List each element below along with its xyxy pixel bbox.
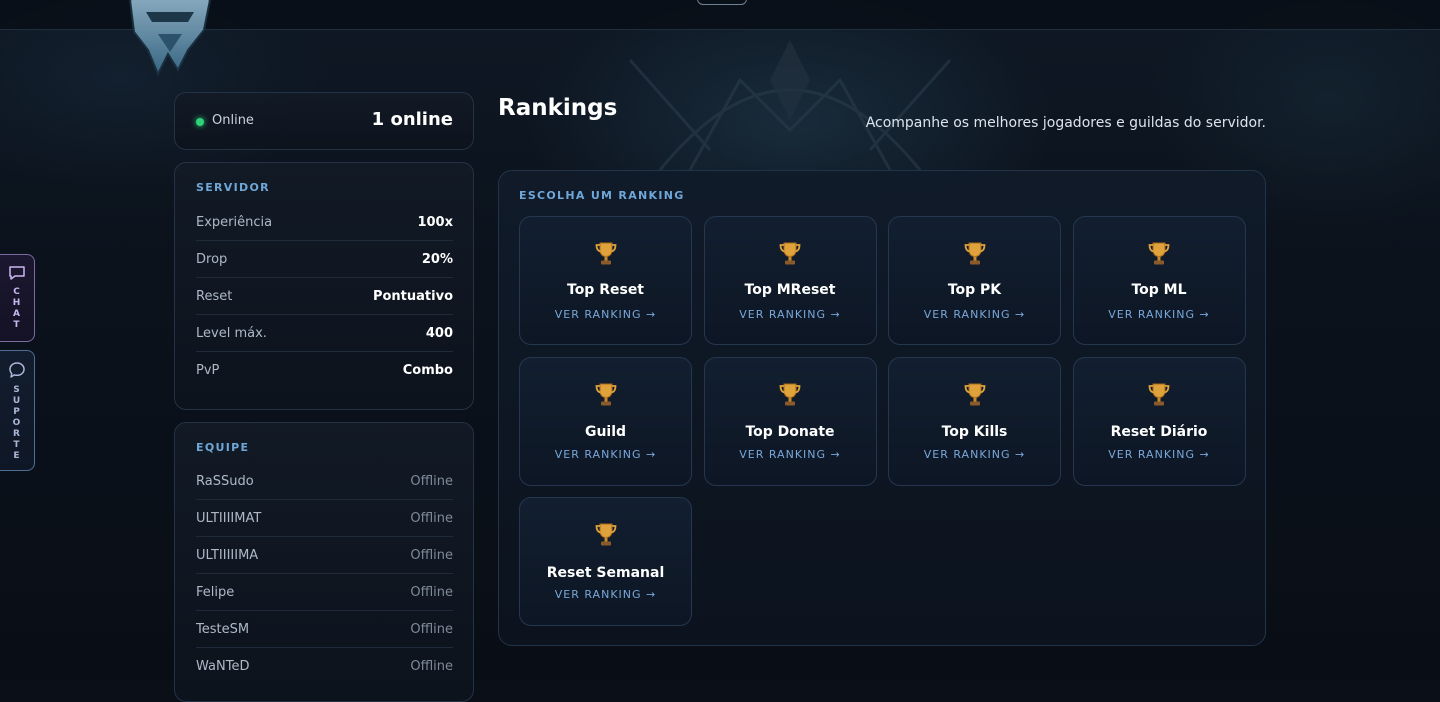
team-member-row: WaNTeD Offline (196, 648, 453, 685)
ranking-name: Reset Semanal (546, 565, 665, 581)
ranking-name: Top PK (947, 282, 1002, 298)
online-label: Online (212, 113, 254, 128)
member-status: Offline (410, 510, 453, 526)
trophy-icon (520, 522, 691, 550)
ranking-card-reset-diario[interactable]: Reset Diário VER RANKING → (1072, 356, 1246, 486)
team-member-list: RaSSudo Offline ULTIIIIMAT Offline ULTII… (196, 463, 453, 685)
online-status-dot (196, 118, 204, 126)
ranking-card-top-ml[interactable]: Top ML VER RANKING → (1072, 216, 1246, 345)
member-status: Offline (410, 547, 453, 563)
ranking-card-top-donate[interactable]: Top Donate VER RANKING → (703, 356, 877, 486)
support-side-tab[interactable]: SUPORTE (0, 350, 35, 471)
ranking-name: Top Kills (941, 423, 1008, 440)
view-ranking-link[interactable]: VER RANKING → (520, 588, 691, 601)
trophy-icon (889, 241, 1060, 269)
row-key: PvP (196, 363, 220, 378)
server-row-reset: Reset Pontuativo (196, 278, 453, 315)
member-name: TesteSM (196, 621, 250, 637)
trophy-icon (705, 241, 876, 269)
member-name: ULTIIIIMAT (196, 510, 262, 526)
row-key: Level máx. (196, 325, 267, 341)
view-ranking-link[interactable]: VER RANKING → (705, 448, 876, 461)
view-ranking-link[interactable]: VER RANKING → (889, 308, 1060, 321)
member-name: ULTIIIIIMA (196, 547, 259, 563)
member-status: Offline (410, 584, 453, 600)
view-ranking-link[interactable]: VER RANKING → (1074, 448, 1245, 461)
row-key: Experiência (196, 214, 273, 230)
online-count: 1 online (371, 109, 453, 130)
member-name: WaNTeD (196, 659, 250, 674)
team-member-row: TesteSM Offline (196, 611, 453, 648)
chat-bubble-icon (9, 266, 25, 280)
ranking-card-top-kills[interactable]: Top Kills VER RANKING → (888, 356, 1061, 486)
trophy-icon (520, 241, 691, 269)
row-value: 20% (421, 251, 453, 267)
ranking-name: Top Donate (745, 423, 835, 440)
trophy-icon (1074, 241, 1245, 269)
member-status: Offline (410, 621, 453, 637)
trophy-icon (1074, 382, 1245, 410)
team-card-title: EQUIPE (196, 441, 250, 454)
server-logo[interactable] (118, 0, 222, 76)
ranking-name: Top Reset (567, 282, 644, 298)
row-value: 100x (417, 214, 453, 230)
page-title: Rankings (498, 95, 618, 121)
team-member-row: ULTIIIIMAT Offline (196, 500, 453, 537)
member-status: Offline (410, 659, 453, 674)
view-ranking-link[interactable]: VER RANKING → (705, 308, 876, 321)
topbar-button[interactable] (697, 0, 747, 5)
trophy-icon (520, 382, 691, 410)
team-card: EQUIPE RaSSudo Offline ULTIIIIMAT Offlin… (174, 422, 474, 702)
ranking-card-top-reset[interactable]: Top Reset VER RANKING → (519, 216, 692, 345)
ranking-name: Reset Diário (1110, 423, 1208, 440)
team-member-row: Felipe Offline (196, 574, 453, 611)
support-bubble-icon (9, 362, 25, 378)
rankings-panel: ESCOLHA UM RANKING Top Reset VER RANKING … (498, 170, 1266, 646)
team-member-row: ULTIIIIIMA Offline (196, 537, 453, 574)
member-status: Offline (410, 473, 453, 489)
ranking-name: Top MReset (744, 282, 836, 298)
ranking-card-top-mreset[interactable]: Top MReset VER RANKING → (703, 216, 877, 345)
server-info-card: SERVIDOR Experiência 100x Drop 20% Reset… (174, 162, 474, 410)
member-name: RaSSudo (196, 473, 254, 489)
server-row-experience: Experiência 100x (196, 204, 453, 241)
chat-tab-label: CHAT (12, 287, 22, 330)
ranking-card-top-pk[interactable]: Top PK VER RANKING → (888, 216, 1061, 345)
ranking-card-reset-semanal[interactable]: Reset Semanal VER RANKING → (519, 497, 692, 626)
row-value: Pontuativo (372, 288, 453, 304)
view-ranking-link[interactable]: VER RANKING → (889, 448, 1060, 461)
rankings-panel-title: ESCOLHA UM RANKING (519, 189, 685, 202)
view-ranking-link[interactable]: VER RANKING → (520, 308, 691, 321)
row-key: Reset (196, 288, 233, 304)
server-row-pvp: PvP Combo (196, 352, 453, 389)
server-row-drop: Drop 20% (196, 241, 453, 278)
server-card-title: SERVIDOR (196, 181, 270, 194)
row-value: Combo (402, 363, 453, 378)
view-ranking-link[interactable]: VER RANKING → (520, 448, 691, 461)
online-status-card: Online 1 online (174, 92, 474, 150)
server-row-max-level: Level máx. 400 (196, 315, 453, 352)
ranking-card-guild[interactable]: Guild VER RANKING → (519, 356, 692, 486)
trophy-icon (705, 382, 876, 410)
view-ranking-link[interactable]: VER RANKING → (1074, 308, 1245, 321)
row-value: 400 (425, 325, 453, 341)
trophy-icon (889, 382, 1060, 410)
team-member-row: RaSSudo Offline (196, 463, 453, 500)
ranking-name: Top ML (1131, 282, 1187, 298)
support-tab-label: SUPORTE (12, 385, 22, 461)
server-info-list: Experiência 100x Drop 20% Reset Pontuati… (196, 204, 453, 389)
row-key: Drop (196, 251, 228, 267)
chat-side-tab[interactable]: CHAT (0, 254, 35, 342)
page-subtitle: Acompanhe os melhores jogadores e guilda… (865, 115, 1266, 131)
ranking-name: Guild (584, 423, 627, 440)
member-name: Felipe (196, 584, 235, 600)
